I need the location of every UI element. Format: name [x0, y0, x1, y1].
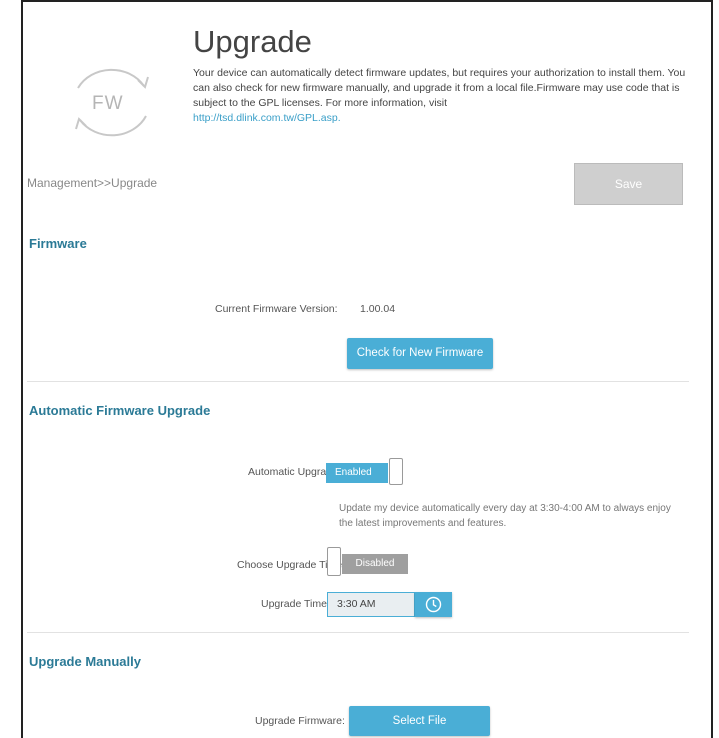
- page-title: Upgrade: [193, 24, 312, 59]
- gpl-link[interactable]: http://tsd.dlink.com.tw/GPL.asp.: [193, 112, 341, 124]
- page-description: Your device can automatically detect fir…: [193, 66, 689, 126]
- auto-upgrade-section-title: Automatic Firmware Upgrade: [29, 403, 211, 418]
- firmware-version-label: Current Firmware Version:: [215, 303, 338, 315]
- select-file-button[interactable]: Select File: [349, 706, 490, 736]
- section-divider: [27, 381, 689, 382]
- auto-upgrade-toggle[interactable]: Enabled: [326, 458, 408, 486]
- check-firmware-button[interactable]: Check for New Firmware: [347, 338, 493, 369]
- upgrade-firmware-label: Upgrade Firmware:: [255, 715, 345, 727]
- time-picker-button[interactable]: [415, 592, 452, 617]
- auto-upgrade-toggle-state: Enabled: [326, 463, 388, 483]
- description-text: Your device can automatically detect fir…: [193, 67, 686, 109]
- section-divider: [27, 632, 689, 633]
- save-button[interactable]: Save: [574, 163, 683, 205]
- auto-upgrade-help-text: Update my device automatically every day…: [339, 503, 671, 529]
- clock-icon: [425, 596, 442, 613]
- breadcrumb[interactable]: Management>>Upgrade: [27, 176, 157, 190]
- toggle-knob[interactable]: [389, 458, 403, 485]
- choose-upgrade-time-toggle[interactable]: Disabled: [327, 547, 409, 576]
- firmware-section-title: Firmware: [29, 236, 87, 251]
- logo-text: FW: [92, 93, 124, 114]
- upgrade-time-input[interactable]: 3:30 AM: [327, 592, 415, 617]
- choose-upgrade-time-state: Disabled: [342, 554, 408, 574]
- upgrade-time-label: Upgrade Time:: [261, 598, 330, 610]
- toggle-knob[interactable]: [327, 547, 341, 576]
- firmware-version-value: 1.00.04: [360, 303, 396, 315]
- manual-upgrade-section-title: Upgrade Manually: [29, 654, 141, 669]
